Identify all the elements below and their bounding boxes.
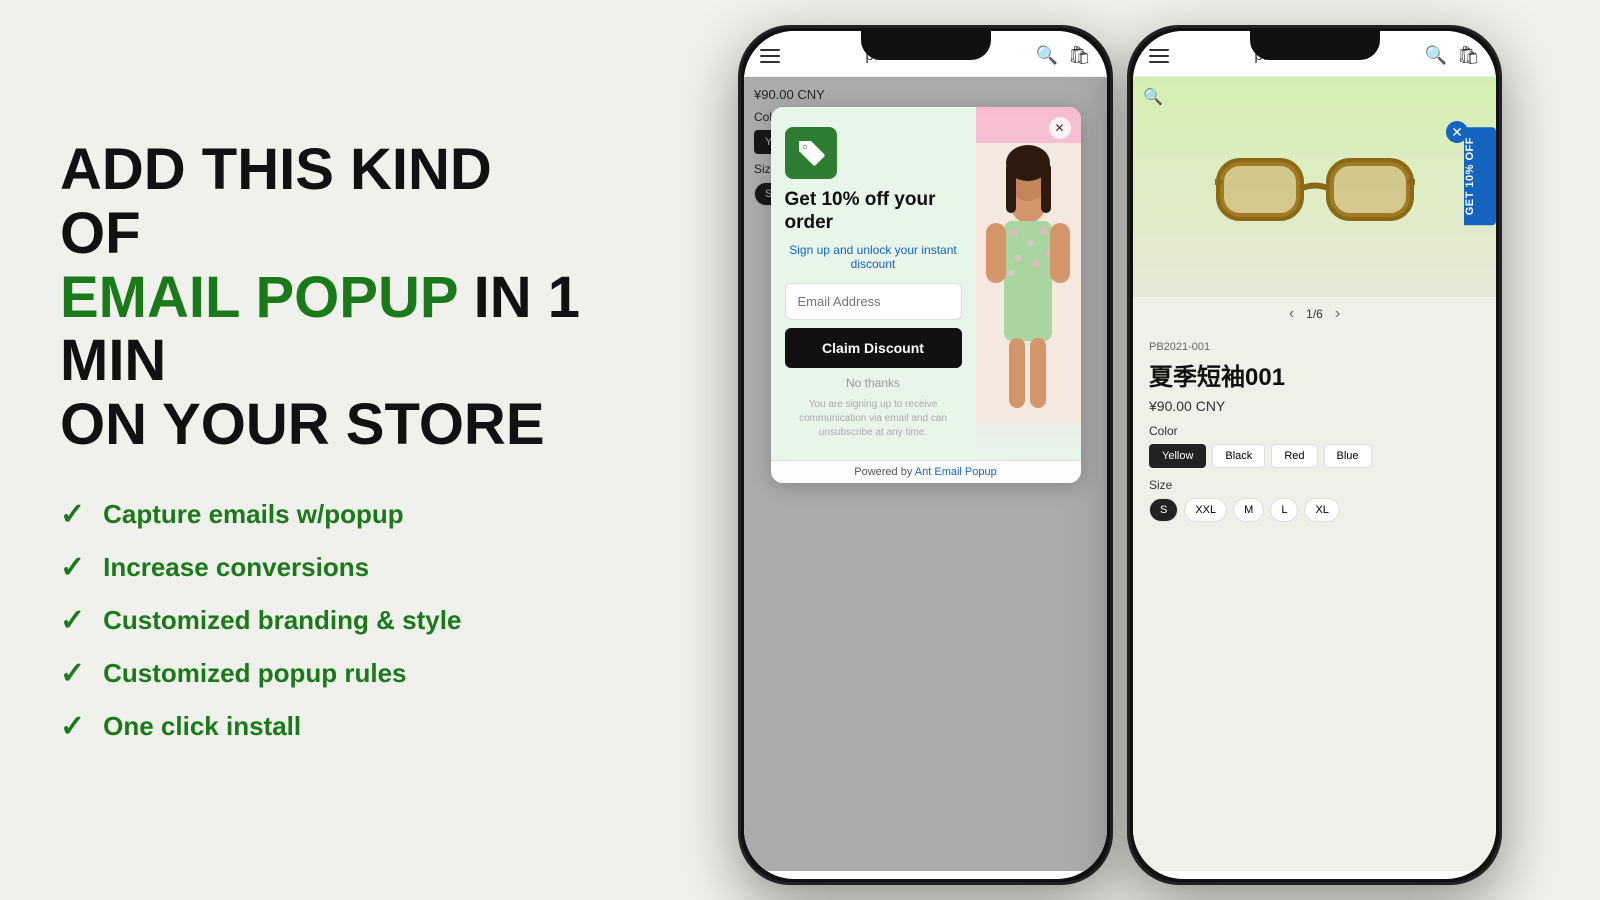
check-icon-3: ✓ — [60, 603, 85, 638]
popup-inner: Get 10% off your order Sign up and unloc… — [771, 107, 1081, 460]
product-color-buttons: Yellow Black Red Blue — [1149, 444, 1480, 468]
powered-by-bar: Powered by Ant Email Popup — [771, 460, 1081, 483]
phones-section: pb2021-001 🔍 🛍 ¥90.00 CNY Color Yellow B… — [640, 15, 1600, 885]
feature-label-4: Customized popup rules — [103, 658, 406, 689]
popup-subheading: Sign up and unlock your instant discount — [785, 243, 962, 271]
product-details: PB2021-001 夏季短袖001 ¥90.00 CNY Color Yell… — [1133, 331, 1496, 532]
product-image-area: 🔍 — [1133, 77, 1496, 297]
get-discount-side-tab[interactable]: GET 10% OFF — [1464, 127, 1496, 225]
check-icon-5: ✓ — [60, 709, 85, 744]
phone-1-screen: pb2021-001 🔍 🛍 ¥90.00 CNY Color Yellow B… — [744, 31, 1107, 879]
phone-1-nav-icons: 🔍 🛍 — [1036, 45, 1091, 66]
email-popup: ✕ Get 10% off your or — [771, 107, 1081, 483]
popup-heading: Get 10% off your order — [785, 189, 962, 235]
product-size-btn-xxl[interactable]: XXL — [1184, 498, 1227, 522]
product-size-label: Size — [1149, 478, 1480, 492]
product-size-btn-l[interactable]: L — [1270, 498, 1298, 522]
image-pagination: ‹ 1/6 › — [1133, 297, 1496, 331]
popup-left-content: Get 10% off your order Sign up and unloc… — [771, 107, 976, 460]
tag-svg — [795, 137, 827, 169]
product-size-btn-m[interactable]: M — [1233, 498, 1264, 522]
product-size-btn-s[interactable]: S — [1149, 498, 1178, 522]
hamburger-icon[interactable] — [760, 49, 780, 63]
product-size-btn-xl[interactable]: XL — [1304, 498, 1339, 522]
feature-label-2: Increase conversions — [103, 552, 369, 583]
feature-label-3: Customized branding & style — [103, 605, 461, 636]
cart-icon[interactable]: 🛍 — [1068, 45, 1091, 66]
phone-2-notch — [1250, 28, 1380, 60]
phone-2-nav-icons: 🔍 🛍 — [1425, 45, 1480, 66]
search-icon[interactable]: 🔍 — [1036, 45, 1058, 66]
product-color-btn-yellow[interactable]: Yellow — [1149, 444, 1206, 468]
feature-label-5: One click install — [103, 711, 301, 742]
phone-1-notch — [861, 28, 991, 60]
claim-discount-button[interactable]: Claim Discount — [785, 328, 962, 368]
product-name: 夏季短袖001 — [1149, 357, 1480, 392]
popup-close-button[interactable]: ✕ — [1049, 117, 1071, 139]
check-icon-1: ✓ — [60, 497, 85, 532]
pagination-number: 1/6 — [1306, 307, 1323, 321]
feature-item-3: ✓ Customized branding & style — [60, 603, 580, 638]
phone-1-content: ¥90.00 CNY Color Yellow Black Red Blue S… — [744, 77, 1107, 871]
product-color-btn-blue[interactable]: Blue — [1324, 444, 1372, 468]
popup-disclaimer: You are signing up to receive communicat… — [785, 398, 962, 440]
popup-tag-icon — [785, 127, 837, 179]
title-highlight: EMAIL POPUP — [60, 265, 458, 330]
glasses-svg — [1215, 142, 1415, 232]
popup-model-image — [976, 107, 1081, 460]
product-color-label: Color — [1149, 424, 1480, 438]
main-title: ADD THIS KIND OF EMAIL POPUP IN 1 MIN ON… — [60, 138, 580, 457]
no-thanks-text[interactable]: No thanks — [785, 376, 962, 390]
phone-2-content: 🔍 — [1133, 77, 1496, 871]
model-image-container — [976, 107, 1081, 460]
glasses-image — [1215, 142, 1415, 232]
phone-1: pb2021-001 🔍 🛍 ¥90.00 CNY Color Yellow B… — [738, 25, 1113, 885]
pagination-next[interactable]: › — [1335, 305, 1340, 323]
title-line3: ON YOUR STORE — [60, 392, 545, 457]
feature-item-4: ✓ Customized popup rules — [60, 656, 580, 691]
check-icon-4: ✓ — [60, 656, 85, 691]
left-section: ADD THIS KIND OF EMAIL POPUP IN 1 MIN ON… — [0, 98, 640, 802]
product-color-btn-black[interactable]: Black — [1212, 444, 1265, 468]
feature-item-1: ✓ Capture emails w/popup — [60, 497, 580, 532]
feature-label-1: Capture emails w/popup — [103, 499, 404, 530]
side-tab-close-button[interactable]: ✕ — [1446, 121, 1468, 143]
powered-by-link[interactable]: Ant Email Popup — [915, 466, 997, 478]
powered-by-text: Powered by — [854, 466, 915, 478]
features-list: ✓ Capture emails w/popup ✓ Increase conv… — [60, 497, 580, 744]
phone-2-screen: pb2021-001 🔍 🛍 🔍 — [1133, 31, 1496, 879]
email-input[interactable] — [785, 283, 962, 320]
model-illustration — [976, 143, 1081, 423]
product-color-btn-red[interactable]: Red — [1271, 444, 1317, 468]
phone2-cart-icon[interactable]: 🛍 — [1457, 45, 1480, 66]
product-size-buttons: S XXL M L XL — [1149, 498, 1480, 522]
phone-2: pb2021-001 🔍 🛍 🔍 — [1127, 25, 1502, 885]
product-sku: PB2021-001 — [1149, 341, 1480, 353]
phone2-hamburger-icon[interactable] — [1149, 49, 1169, 63]
feature-item-5: ✓ One click install — [60, 709, 580, 744]
popup-overlay: ✕ Get 10% off your or — [744, 77, 1107, 871]
phone2-search-icon[interactable]: 🔍 — [1425, 45, 1447, 66]
pagination-prev[interactable]: ‹ — [1289, 305, 1294, 323]
title-line1: ADD THIS KIND OF — [60, 137, 492, 266]
zoom-icon[interactable]: 🔍 — [1143, 87, 1163, 107]
check-icon-2: ✓ — [60, 550, 85, 585]
product-price: ¥90.00 CNY — [1149, 398, 1480, 414]
feature-item-2: ✓ Increase conversions — [60, 550, 580, 585]
